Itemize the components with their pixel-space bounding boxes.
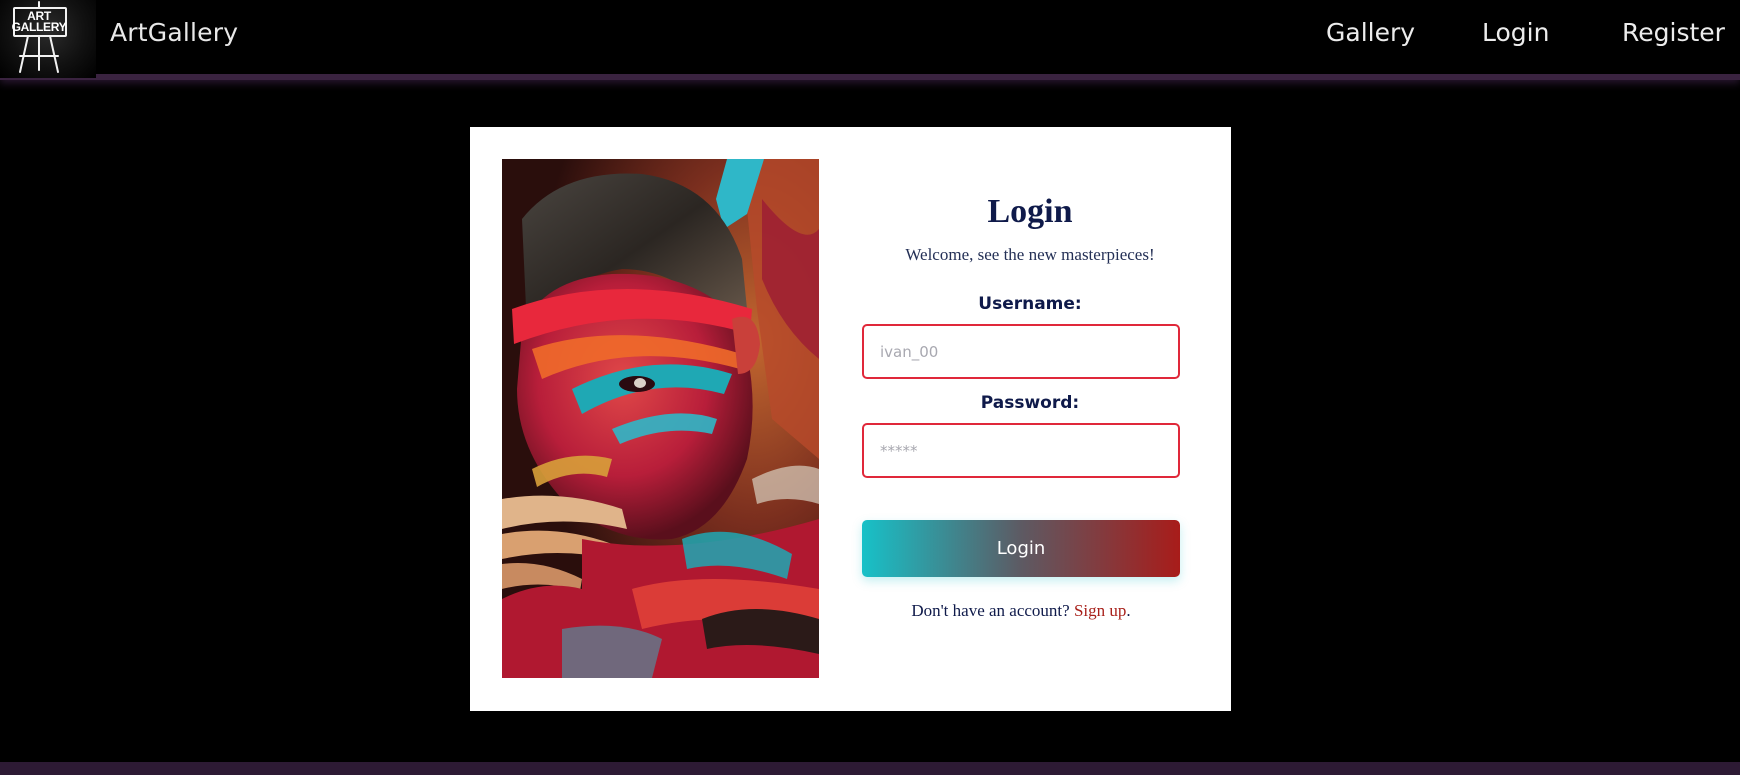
login-title: Login	[987, 193, 1073, 230]
login-card: Login Welcome, see the new masterpieces!…	[470, 127, 1231, 711]
login-subtitle: Welcome, see the new masterpieces!	[905, 245, 1155, 264]
signup-prompt: Don't have an account? Sign up.	[862, 601, 1180, 621]
username-label: Username:	[978, 294, 1082, 314]
logo-line-2: GALLERY	[11, 20, 67, 34]
painted-face-portrait	[502, 159, 819, 678]
login-form: Login Welcome, see the new masterpieces!…	[862, 127, 1198, 711]
nav-link-gallery[interactable]: Gallery	[1326, 18, 1415, 47]
nav-link-register[interactable]: Register	[1622, 18, 1725, 47]
login-button[interactable]: Login	[862, 520, 1180, 577]
top-navbar: ART GALLERY ArtGallery Gallery Login Reg…	[0, 0, 1740, 80]
nav-link-login[interactable]: Login	[1482, 18, 1549, 47]
painted-face-image	[502, 159, 819, 678]
password-input[interactable]	[862, 423, 1180, 478]
password-label: Password:	[980, 393, 1080, 413]
logo-text: ART GALLERY	[8, 10, 70, 34]
username-input[interactable]	[862, 324, 1180, 379]
footer-bar	[0, 762, 1740, 775]
signup-suffix: .	[1126, 601, 1131, 620]
signup-prompt-text: Don't have an account?	[911, 601, 1074, 620]
brand-name[interactable]: ArtGallery	[110, 18, 238, 47]
signup-link[interactable]: Sign up	[1074, 601, 1126, 620]
art-gallery-logo[interactable]: ART GALLERY	[0, 0, 96, 78]
